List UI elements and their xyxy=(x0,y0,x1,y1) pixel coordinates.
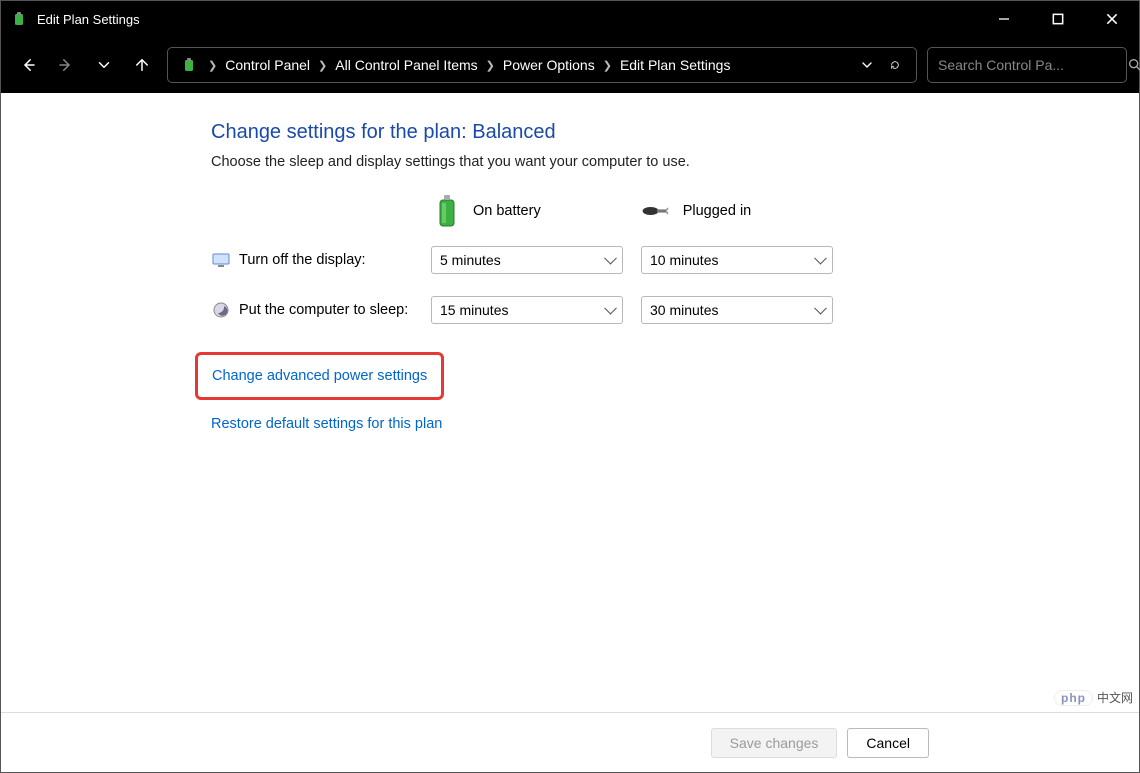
column-label: On battery xyxy=(473,203,541,219)
up-button[interactable] xyxy=(133,56,151,74)
display-battery-select[interactable]: 5 minutes xyxy=(431,246,623,274)
toolbar: ❯ Control Panel ❯ All Control Panel Item… xyxy=(1,37,1139,93)
breadcrumb-item[interactable]: All Control Panel Items xyxy=(335,57,477,73)
display-icon xyxy=(211,251,231,269)
chevron-right-icon: ❯ xyxy=(206,59,219,72)
content-area: Change settings for the plan: Balanced C… xyxy=(1,93,1139,712)
watermark-text: 中文网 xyxy=(1097,689,1133,706)
close-button[interactable] xyxy=(1085,1,1139,37)
breadcrumb-item[interactable]: Control Panel xyxy=(225,57,310,73)
advanced-power-settings-link[interactable]: Change advanced power settings xyxy=(212,368,427,384)
minimize-button[interactable] xyxy=(977,1,1031,37)
refresh-button[interactable] xyxy=(884,56,906,74)
save-button: Save changes xyxy=(711,728,838,758)
cancel-button[interactable]: Cancel xyxy=(847,728,929,758)
window-title: Edit Plan Settings xyxy=(37,12,140,27)
forward-button[interactable] xyxy=(57,56,75,74)
watermark: php 中文网 xyxy=(1054,689,1133,706)
recent-locations-button[interactable] xyxy=(95,56,113,74)
restore-defaults-link[interactable]: Restore default settings for this plan xyxy=(211,416,442,432)
sleep-icon xyxy=(211,301,231,319)
watermark-badge: php xyxy=(1054,690,1093,706)
setting-row-sleep: Put the computer to sleep: 15 minutes 30… xyxy=(211,296,1139,324)
sleep-battery-select[interactable]: 15 minutes xyxy=(431,296,623,324)
search-box[interactable] xyxy=(927,47,1127,83)
display-plugged-select[interactable]: 10 minutes xyxy=(641,246,833,274)
setting-label: Put the computer to sleep: xyxy=(239,302,408,318)
location-icon xyxy=(178,57,200,73)
highlight-box: Change advanced power settings xyxy=(195,352,444,400)
column-label: Plugged in xyxy=(683,203,752,219)
back-button[interactable] xyxy=(19,56,37,74)
titlebar: Edit Plan Settings xyxy=(1,1,1139,37)
chevron-right-icon: ❯ xyxy=(601,59,614,72)
chevron-right-icon: ❯ xyxy=(316,59,329,72)
setting-row-display: Turn off the display: 5 minutes 10 minut… xyxy=(211,246,1139,274)
plug-icon xyxy=(641,201,673,221)
address-bar[interactable]: ❯ Control Panel ❯ All Control Panel Item… xyxy=(167,47,917,83)
address-dropdown-button[interactable] xyxy=(856,57,878,73)
footer: Save changes Cancel xyxy=(1,712,1139,772)
column-header-plugged: Plugged in xyxy=(641,201,752,221)
battery-icon xyxy=(431,194,463,228)
breadcrumb-item[interactable]: Edit Plan Settings xyxy=(620,57,731,73)
app-icon xyxy=(1,11,37,27)
maximize-button[interactable] xyxy=(1031,1,1085,37)
search-input[interactable] xyxy=(938,57,1119,73)
page-title: Change settings for the plan: Balanced xyxy=(211,121,1139,144)
setting-label: Turn off the display: xyxy=(239,252,366,268)
sleep-plugged-select[interactable]: 30 minutes xyxy=(641,296,833,324)
page-subtitle: Choose the sleep and display settings th… xyxy=(211,154,1139,170)
chevron-right-icon: ❯ xyxy=(484,59,497,72)
column-header-battery: On battery xyxy=(431,194,541,228)
search-icon xyxy=(1127,57,1140,73)
breadcrumb-item[interactable]: Power Options xyxy=(503,57,595,73)
